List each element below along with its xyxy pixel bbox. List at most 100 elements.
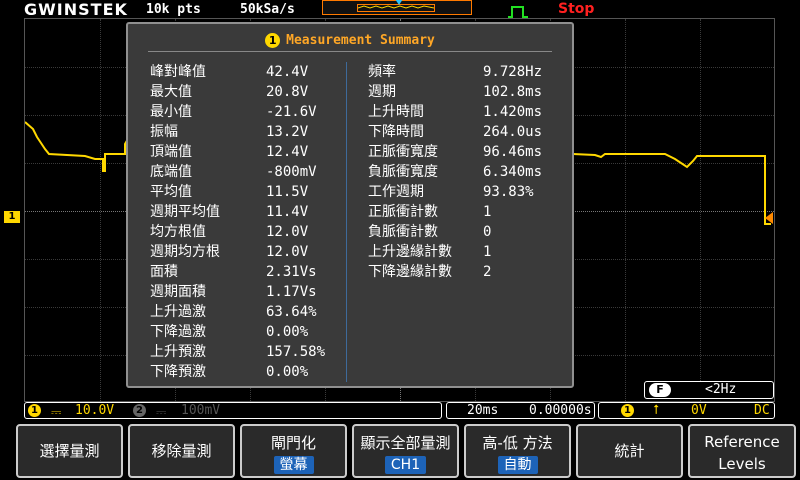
measurement-value: 0.00% [266,324,309,340]
softkey-value: 自動 [497,456,538,474]
measurement-row: 振幅 13.2V [150,122,308,142]
softkey-value: 螢幕 [273,456,314,474]
left-measure-column: 峰對峰值 42.4V 最大值 20.8V 最小值 -21.6V 振幅 13.2V 頂端值 12.4… [150,62,325,382]
measurement-label: 下降預激 [150,364,206,380]
softkey-label: 顯示全部量測 [360,434,451,452]
measurement-label: 均方根值 [150,224,206,240]
right-measure-column: 頻率 9.728Hz 週期 102.8ms 上升時間 1.420ms 下降時間 264.0us… [368,62,542,282]
timebase-value: 20ms [467,403,499,418]
softkey-label: 統計 [614,442,645,460]
memory-bar [322,0,472,15]
measurement-label: 週期 [368,84,396,100]
measurement-value: 157.58% [266,344,326,360]
measurement-label: 面積 [150,264,178,280]
measurement-row: 頂端值 12.4V [150,142,308,162]
measurement-summary-panel: 1 Measurement Summary 峰對峰值 42.4V 最大值 20.8V 最小… [126,22,574,388]
measurement-label: 正脈衝寬度 [368,144,438,160]
measurement-label: 底端值 [150,164,192,180]
horizontal-position: 0.00000s [529,403,592,418]
ch2-coupling-icon: ⎓ [156,405,167,420]
measurement-label: 平均值 [150,184,192,200]
panel-title: Measurement Summary [286,33,435,48]
measurement-row: 週期平均值 11.4V [150,202,308,222]
run-state[interactable]: Stop [558,1,594,17]
measurement-label: 週期平均值 [150,204,220,220]
measurement-value: 20.8V [266,84,309,100]
frequency-value: <2Hz [705,382,737,397]
measurement-value: 63.64% [266,304,317,320]
softkey-value: CH1 [384,456,427,474]
channel-status[interactable]: 1 ⎓ 10.0V 2 ⎓ 100mV [24,402,442,420]
trigger-level: 0V [691,403,707,418]
trigger-level-marker[interactable] [765,212,773,224]
trigger-position-icon [395,0,403,5]
measurement-value: 12.0V [266,244,309,260]
measurement-value: 102.8ms [483,84,543,100]
measurement-row: 最小值 -21.6V [150,102,317,122]
measurement-row: 上升預激 157.58% [150,342,325,362]
statistics-button[interactable]: 統計 [576,424,683,478]
column-separator [346,62,347,382]
measurement-row: 負脈衝寬度 6.340ms [368,162,542,182]
measurement-row: 下降預激 0.00% [150,362,308,382]
measurement-value: 9.728Hz [483,64,543,80]
measurement-row: 週期均方根 12.0V [150,242,308,262]
frequency-counter: F <2Hz [644,381,774,399]
measurement-value: 13.2V [266,124,309,140]
measurement-row: 面積 2.31Vs [150,262,317,282]
trigger-rising-edge-icon: ⭡ [653,403,660,418]
sample-rate: 50kSa/s [240,2,295,17]
measurement-value: 0 [483,224,492,240]
measurement-row: 正脈衝計數 1 [368,202,491,222]
softkey-label: 移除量測 [151,442,212,460]
measurement-row: 頻率 9.728Hz [368,62,542,82]
measurement-label: 頂端值 [150,144,192,160]
remove-measure-button[interactable]: 移除量測 [128,424,235,478]
measurement-value: -21.6V [266,104,317,120]
measurement-value: 42.4V [266,64,309,80]
timebase-status[interactable]: 20ms 0.00000s [446,402,595,419]
measurement-label: 下降時間 [368,124,424,140]
measurement-row: 上升邊緣計數 1 [368,242,491,262]
softkey-label: Reference Levels [704,433,780,473]
measurement-row: 下降過激 0.00% [150,322,308,342]
measurement-label: 上升預激 [150,344,206,360]
measurement-value: 1 [483,244,492,260]
measurement-row: 峰對峰值 42.4V [150,62,308,82]
ch1-status-icon: 1 [28,404,41,417]
high-low-method-button[interactable]: 高-低 方法 自動 [464,424,571,478]
ch1-coupling-icon: ⎓ [51,405,62,420]
measurement-label: 下降邊緣計數 [368,264,452,280]
measurement-value: 96.46ms [483,144,543,160]
measurement-value: 93.83% [483,184,534,200]
reference-levels-button[interactable]: Reference Levels [688,424,796,478]
measurement-label: 週期均方根 [150,244,220,260]
measurement-label: 負脈衝計數 [368,224,438,240]
ch1-badge: 1 [265,33,281,48]
softkey-label: 閘門化 [270,434,316,452]
select-measure-button[interactable]: 選擇量測 [16,424,123,478]
measurement-row: 底端值 -800mV [150,162,317,182]
measurement-label: 負脈衝寬度 [368,164,438,180]
measurement-value: 12.0V [266,224,309,240]
measurement-value: 2.31Vs [266,264,317,280]
measurement-row: 工作週期 93.83% [368,182,534,202]
ch1-offset-marker[interactable]: 1 [4,211,20,223]
measurement-row: 週期面積 1.17Vs [150,282,317,302]
softkey-label: 選擇量測 [39,442,100,460]
measurement-value: 0.00% [266,364,309,380]
measurement-row: 週期 102.8ms [368,82,542,102]
measurement-value: 1.17Vs [266,284,317,300]
measurement-label: 下降過激 [150,324,206,340]
measurement-label: 上升過激 [150,304,206,320]
measurement-label: 最大值 [150,84,192,100]
display-all-button[interactable]: 顯示全部量測 CH1 [352,424,459,478]
trigger-coupling: DC [754,403,770,418]
trigger-status[interactable]: 1 ⭡ 0V DC [598,402,775,419]
measurement-value: 11.4V [266,204,309,220]
measurement-value: 12.4V [266,144,309,160]
gating-button[interactable]: 閘門化 螢幕 [240,424,347,478]
measurement-label: 頻率 [368,64,396,80]
measurement-row: 平均值 11.5V [150,182,308,202]
top-status-bar: GWINSTEK 10k pts 50kSa/s Stop [0,0,800,19]
